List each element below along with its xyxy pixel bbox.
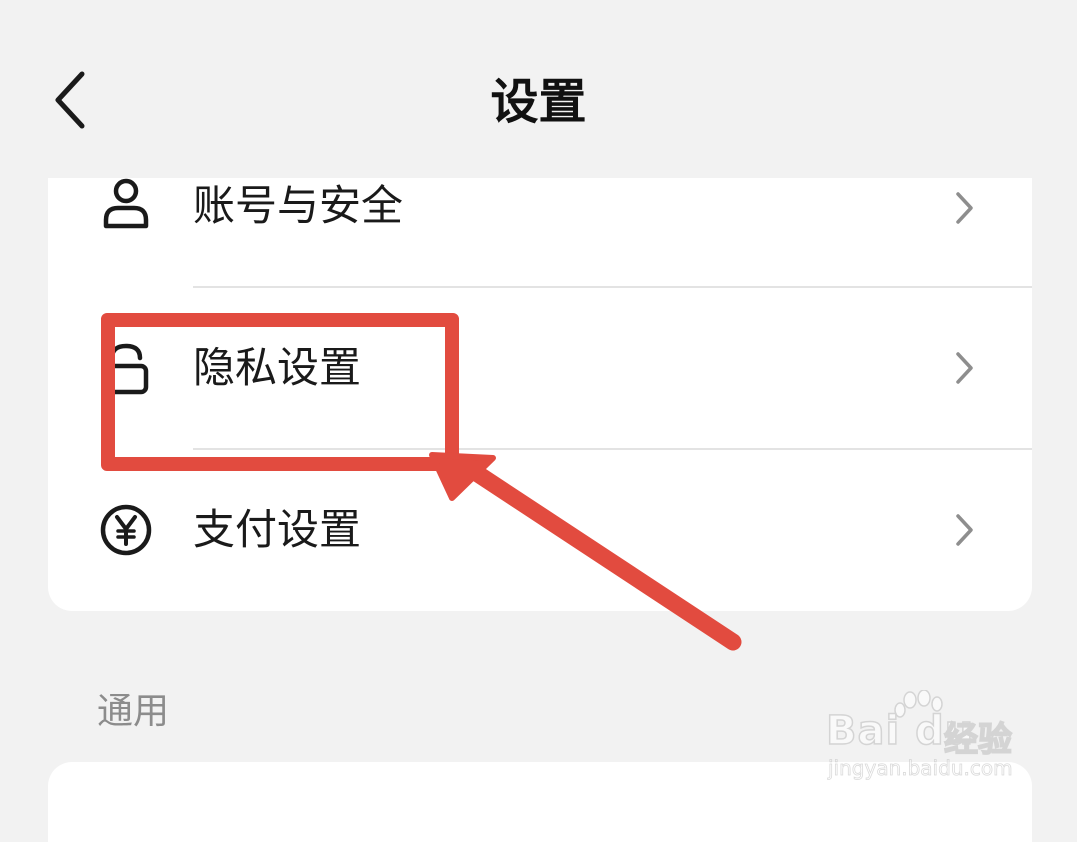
- chevron-right-icon: [956, 352, 973, 384]
- paw-icon: [894, 690, 943, 718]
- top-nav-bar: 设置: [0, 0, 1077, 178]
- row-label: 支付设置: [193, 505, 362, 554]
- general-section-header: 通用: [97, 691, 170, 732]
- row-label: 账号与安全: [193, 181, 404, 230]
- chevron-right-icon: [956, 514, 973, 546]
- watermark-logo-text: Bai du: [825, 707, 975, 755]
- yen-circle-icon: [100, 504, 152, 556]
- security-settings-card: 账号与安全 隐私设置 支付设置: [48, 178, 1032, 611]
- user-icon: [103, 178, 149, 229]
- page-title: 设置: [490, 74, 587, 130]
- row-label: 隐私设置: [193, 343, 362, 392]
- lock-icon: [103, 343, 149, 395]
- payment-settings-row[interactable]: 支付设置: [48, 450, 1032, 611]
- account-security-row[interactable]: 账号与安全: [48, 178, 1032, 286]
- privacy-settings-row[interactable]: 隐私设置: [48, 288, 1032, 448]
- general-settings-card: [48, 762, 1032, 842]
- chevron-right-icon: [956, 192, 973, 224]
- watermark-suffix-text: 经验: [943, 719, 1013, 761]
